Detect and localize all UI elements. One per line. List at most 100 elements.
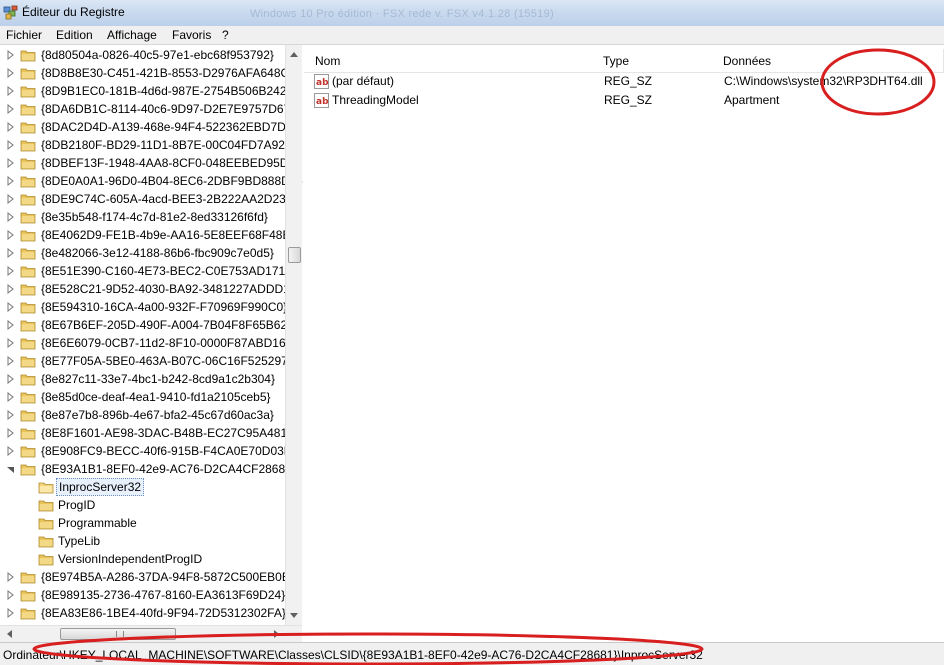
tree-item-label: {8d80504a-0826-40c5-97e1-ebc68f953792} [41,48,274,62]
scroll-up-icon[interactable] [286,47,302,63]
folder-icon [20,608,36,620]
tree-item-label: {8DA6DB1C-8114-40c6-9D97-D2E7E9757D67} [41,102,295,116]
column-header-data[interactable]: Données [712,49,944,73]
value-row[interactable]: ab (par défaut) REG_SZ C:\Windows\system… [304,72,944,91]
tree-item-label: {8DE9C74C-605A-4acd-BEE3-2B222AA2D23D} [41,192,299,206]
value-type: REG_SZ [604,74,653,88]
window-title: Éditeur du Registre [22,5,125,19]
tree-vertical-scrollbar[interactable] [285,45,302,625]
tree-item-label: {8E51E390-C160-4E73-BEC2-C0E753AD1715} [41,264,296,278]
folder-icon [20,266,36,278]
scroll-thumb[interactable] [288,247,301,263]
scroll-grip-icon [116,631,124,637]
folder-icon [20,122,36,134]
triangle-right-icon[interactable] [6,82,16,100]
folder-icon [20,86,36,98]
scroll-down-icon[interactable] [286,607,302,623]
tree-item-label: {8E8F1601-AE98-3DAC-B48B-EC27C95A481E} [41,426,300,440]
value-type: REG_SZ [604,93,653,107]
folder-icon [38,554,54,566]
menu-favoris[interactable]: Favoris [172,28,211,42]
tree-item-label: {8E594310-16CA-4a00-932F-F70969F990C0} [41,300,288,314]
folder-icon [20,284,36,296]
triangle-right-icon[interactable] [6,442,16,460]
triangle-right-icon[interactable] [6,604,16,622]
triangle-right-icon[interactable] [6,46,16,64]
value-name: (par défaut) [332,74,395,88]
folder-icon [20,428,36,440]
registry-tree[interactable]: {8d80504a-0826-40c5-97e1-ebc68f953792} {8… [0,45,302,642]
folder-icon [20,50,36,62]
tree-item-label: {8DAC2D4D-A139-468e-94F4-522362EBD7D2} [41,120,297,134]
scroll-right-icon[interactable] [268,626,284,642]
string-value-icon: ab [314,93,329,108]
tree-item-label: {8e87e7b8-896b-4e67-bfa2-45c67d60ac3a} [41,408,274,422]
folder-icon [20,392,36,404]
folder-icon [20,572,36,584]
tree-item-label: {8DB2180F-BD29-11D1-8B7E-00C04FD7A924} [41,138,296,152]
folder-icon [38,518,54,530]
triangle-right-icon[interactable] [6,172,16,190]
folder-icon [20,140,36,152]
triangle-right-icon[interactable] [6,64,16,82]
triangle-right-icon[interactable] [6,298,16,316]
status-path: Ordinateur\HKEY_LOCAL_MACHINE\SOFTWARE\C… [3,648,703,662]
folder-icon [20,356,36,368]
tree-item-label: {8e827c11-33e7-4bc1-b242-8cd9a1c2b304} [41,372,275,386]
tree-item-label: {8e85d0ce-deaf-4ea1-9410-fd1a2105ceb5} [41,390,271,404]
triangle-right-icon[interactable] [6,424,16,442]
menu-fichier[interactable]: Fichier [6,28,42,42]
triangle-right-icon[interactable] [6,208,16,226]
triangle-right-icon[interactable] [6,244,16,262]
tree-item-label: {8D9B1EC0-181B-4d6d-987E-2754B506B242} [41,84,291,98]
tree-item-label: {8EA83E86-1BE4-40fd-9F94-72D5312302FA} [41,606,286,620]
folder-icon [20,104,36,116]
triangle-right-icon[interactable] [6,190,16,208]
triangle-right-icon[interactable] [6,100,16,118]
triangle-right-icon[interactable] [6,262,16,280]
tree-item-label: {8e482066-3e12-4188-86b6-fbc909c7e0d5} [41,246,274,260]
folder-icon [20,590,36,602]
folder-icon [20,446,36,458]
triangle-down-icon[interactable] [6,460,16,478]
menu-bar: Fichier Edition Affichage Favoris ? [0,26,944,45]
triangle-right-icon[interactable] [6,388,16,406]
tree-horizontal-scrollbar[interactable] [0,625,302,642]
scroll-left-icon[interactable] [2,626,18,642]
value-data: Apartment [724,93,780,107]
triangle-right-icon[interactable] [6,334,16,352]
tree-item-label: {8D8B8E30-C451-421B-8553-D2976AFA648C} [41,66,294,80]
values-list[interactable]: Nom Type Données ab (par défaut) REG_SZ … [304,45,944,642]
tree-item-label: {8E528C21-9D52-4030-BA92-3481227ADDD1} [41,282,294,296]
folder-icon [20,68,36,80]
triangle-right-icon[interactable] [6,136,16,154]
menu-help[interactable]: ? [222,28,229,42]
triangle-right-icon[interactable] [6,316,16,334]
triangle-right-icon[interactable] [6,226,16,244]
folder-icon [20,158,36,170]
column-header-name[interactable]: Nom [304,49,598,73]
triangle-right-icon[interactable] [6,154,16,172]
triangle-right-icon[interactable] [6,586,16,604]
triangle-right-icon[interactable] [6,406,16,424]
menu-affichage[interactable]: Affichage [107,28,157,42]
folder-icon [38,500,54,512]
tree-item-label: {8DBEF13F-1948-4AA8-8CF0-048EEBED95D8} [41,156,300,170]
triangle-right-icon[interactable] [6,568,16,586]
folder-icon [20,212,36,224]
triangle-right-icon[interactable] [6,370,16,388]
tree-item-label: {8E4062D9-FE1B-4b9e-AA16-5E8EEF68F48E} [41,228,295,242]
svg-text:ab: ab [316,78,329,88]
folder-icon [20,410,36,422]
value-row[interactable]: ab ThreadingModel REG_SZ Apartment [304,91,944,110]
triangle-right-icon[interactable] [6,118,16,136]
menu-edition[interactable]: Edition [56,28,93,42]
triangle-right-icon[interactable] [6,280,16,298]
tree-item-label: {8E67B6EF-205D-490F-A004-7B04F8F65B62} [41,318,292,332]
folder-icon [20,248,36,260]
svg-text:ab: ab [316,97,329,107]
column-header-type[interactable]: Type [592,49,713,73]
triangle-right-icon[interactable] [6,352,16,370]
folder-icon [20,374,36,386]
tree-item-label: {8E93A1B1-8EF0-42e9-AC76-D2CA4CF28681} [41,462,296,476]
